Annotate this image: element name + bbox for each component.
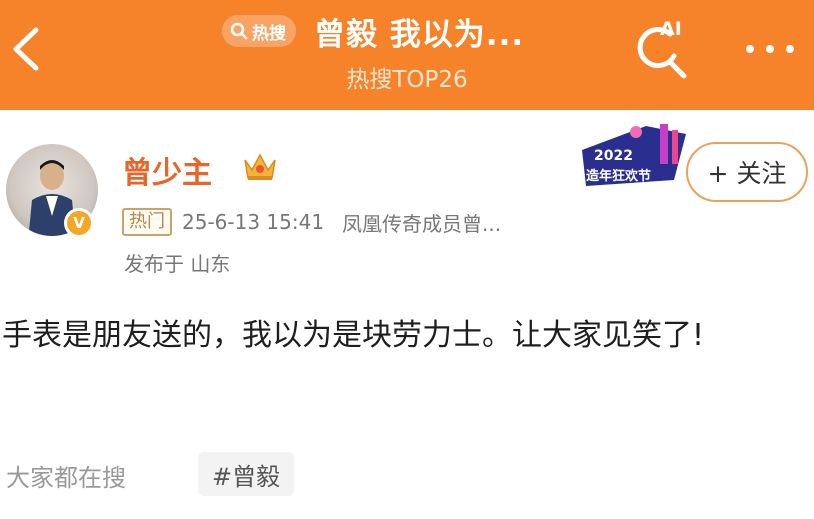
event-badge-text: 造年狂欢节 — [586, 168, 651, 184]
hot-tag: 热门 — [122, 208, 172, 236]
page-title: 曾毅 我以为... — [314, 16, 525, 53]
verified-badge: V — [64, 208, 94, 238]
hot-search-pill-label: 热搜 — [252, 23, 286, 44]
post-time: 25-6-13 15:41 — [182, 210, 325, 234]
more-dot-icon — [746, 45, 754, 53]
event-badge-icon: 2022 造年狂欢节 — [582, 124, 686, 186]
ai-search-button[interactable]: AI — [630, 18, 692, 80]
username[interactable]: 曾少主 — [122, 148, 212, 192]
post-source: 凤凰传奇成员曾... — [342, 211, 502, 236]
hot-search-pill[interactable]: 热搜 — [222, 15, 296, 47]
hot-search-header: 热搜 曾毅 我以为... 热搜TOP26 AI — [0, 0, 814, 110]
event-badge-year: 2022 — [594, 148, 633, 164]
search-icon — [230, 22, 248, 40]
more-options-button[interactable] — [740, 34, 800, 64]
ai-label: AI — [660, 18, 682, 40]
post-location: 发布于 山东 — [124, 252, 231, 276]
follow-button[interactable]: + 关注 — [686, 142, 808, 202]
topic-chip[interactable]: #曾毅 — [198, 452, 295, 496]
more-dot-icon — [786, 45, 794, 53]
post-meta: 热门 25-6-13 15:41 凤凰传奇成员曾... — [122, 207, 501, 237]
header-title-row: 热搜 曾毅 我以为... — [222, 6, 524, 56]
everyone-search-label: 大家都在搜 — [6, 464, 126, 492]
post-content: 手表是朋友送的，我以为是块劳力士。让大家见笑了! — [2, 318, 705, 353]
crown-icon — [244, 153, 276, 180]
more-dot-icon — [766, 45, 774, 53]
